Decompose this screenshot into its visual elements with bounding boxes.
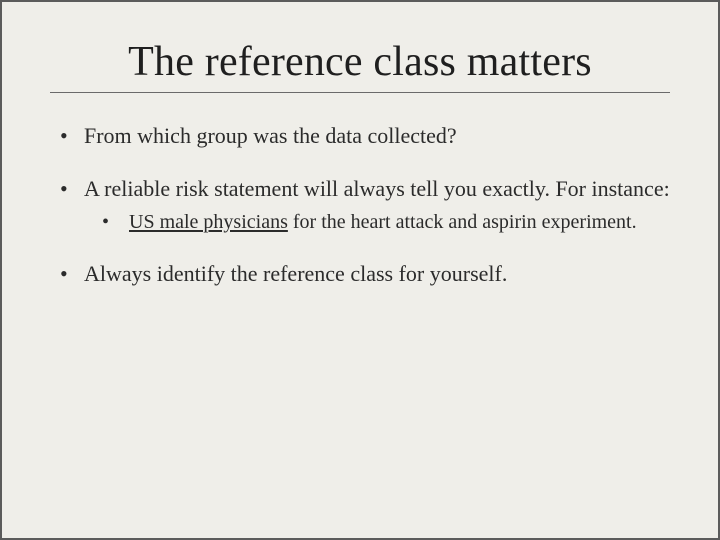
bullet-text-3: Always identify the reference class for … (84, 261, 507, 286)
slide-title: The reference class matters (50, 38, 670, 86)
sub-bullet-item-1: US male physicians for the heart attack … (102, 209, 670, 235)
bullet-item-3: Always identify the reference class for … (60, 259, 670, 288)
bullet-item-2: A reliable risk statement will always te… (60, 174, 670, 235)
bullet-item-1: From which group was the data collected? (60, 121, 670, 150)
bullet-list: From which group was the data collected?… (50, 121, 670, 288)
bullet-text-1: From which group was the data collected? (84, 123, 457, 148)
slide: The reference class matters From which g… (0, 0, 720, 540)
sub-bullet-underlined: US male physicians (129, 211, 288, 233)
bullet-text-2: A reliable risk statement will always te… (84, 176, 670, 201)
title-divider (50, 92, 670, 93)
sub-bullet-rest: for the heart attack and aspirin experim… (288, 211, 637, 233)
sub-bullet-list: US male physicians for the heart attack … (84, 209, 670, 235)
